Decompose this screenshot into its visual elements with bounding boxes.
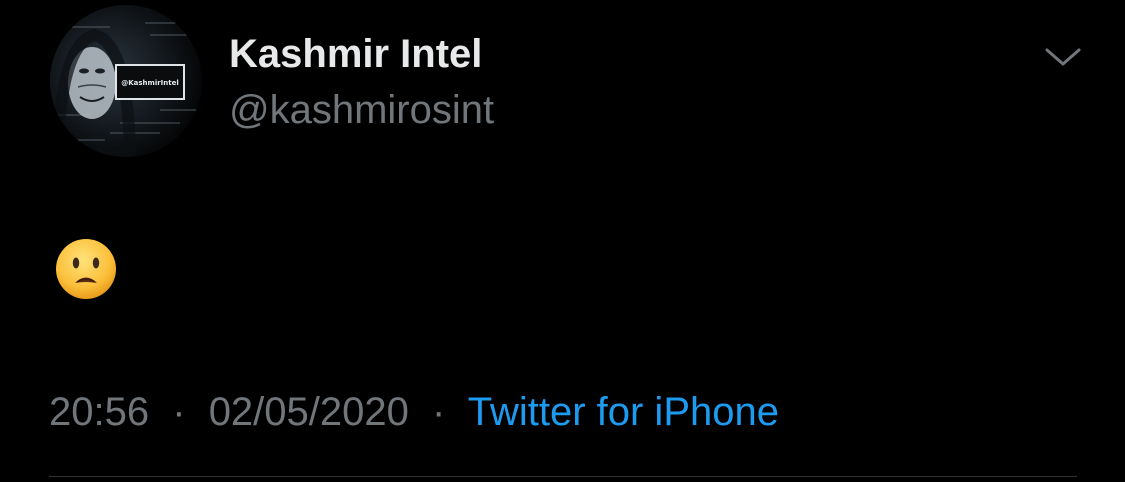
separator: · [432, 390, 446, 434]
tweet-source-link[interactable]: Twitter for iPhone [468, 390, 779, 434]
avatar-image: @KashmirIntel [50, 5, 202, 157]
author-handle[interactable]: @kashmirosint [229, 84, 494, 136]
tweet-metadata: 20:56 · 02/05/2020 · Twitter for iPhone [49, 386, 779, 438]
separator: · [172, 390, 186, 434]
author-display-name[interactable]: Kashmir Intel [229, 28, 482, 80]
chevron-down-icon [1045, 48, 1081, 66]
frowning-face-emoji [56, 239, 116, 299]
divider [49, 476, 1077, 477]
tweet: @KashmirIntel Kashmir Intel @kashmirosin… [0, 0, 1125, 482]
avatar-label: @KashmirIntel [121, 79, 179, 87]
tweet-date[interactable]: 02/05/2020 [209, 390, 409, 434]
avatar[interactable]: @KashmirIntel [50, 5, 202, 157]
tweet-time[interactable]: 20:56 [49, 390, 149, 434]
tweet-menu-button[interactable] [1040, 38, 1086, 76]
tweet-text [53, 238, 121, 300]
